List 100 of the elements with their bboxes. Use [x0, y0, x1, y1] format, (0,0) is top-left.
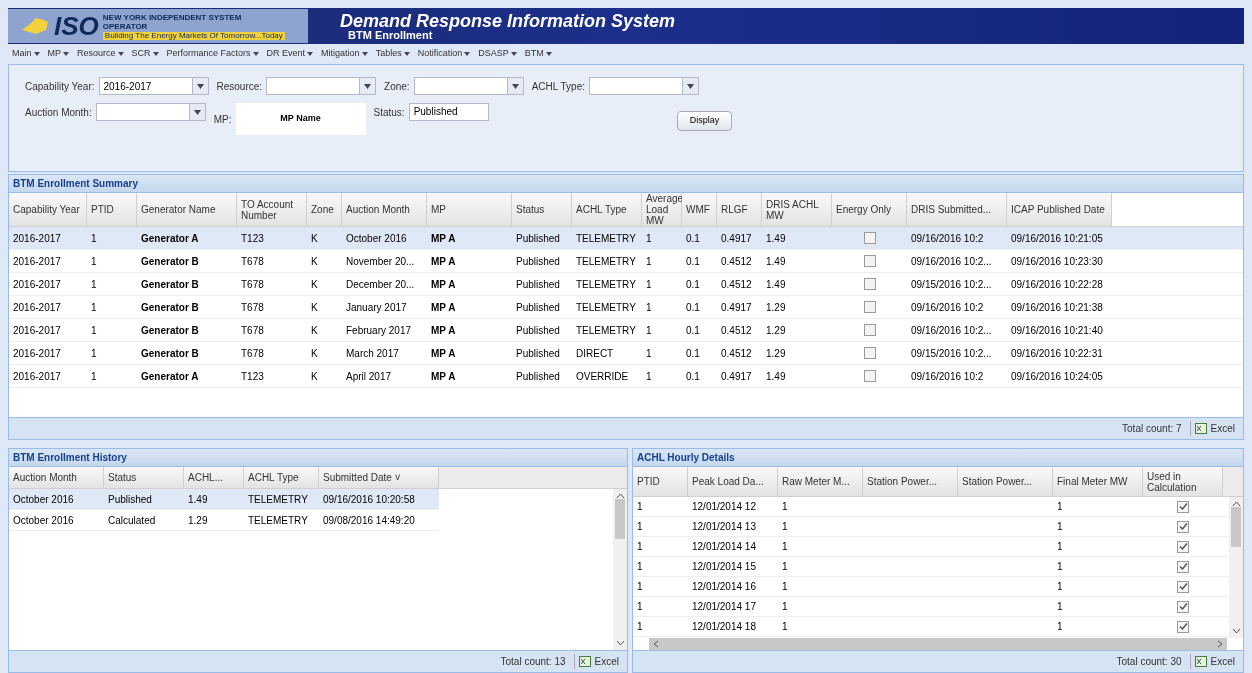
- dropdown-field[interactable]: [589, 77, 699, 95]
- checkbox[interactable]: [1177, 500, 1189, 513]
- column-header[interactable]: Raw Meter M...: [778, 467, 863, 496]
- input-field[interactable]: Published: [408, 103, 489, 121]
- excel-button[interactable]: Excel: [1189, 421, 1235, 436]
- column-header[interactable]: DRIS ACHL MW: [762, 193, 832, 226]
- menu-item[interactable]: Tables: [375, 47, 410, 61]
- scrollbar-thumb[interactable]: [1231, 507, 1241, 547]
- vertical-scrollbar[interactable]: [613, 489, 627, 650]
- checkbox[interactable]: [863, 255, 876, 267]
- table-cell-text: TELEMETRY: [575, 300, 637, 315]
- field-label: Capability Year:: [25, 79, 95, 94]
- column-header[interactable]: PTID: [87, 193, 137, 226]
- column-header[interactable]: Used in Calculation: [1143, 467, 1223, 496]
- table-cell-text: 12/01/2014 16: [691, 580, 757, 594]
- table-cell-text: 1: [90, 231, 98, 246]
- table-cell-text: 2016-2017: [12, 346, 62, 361]
- column-header[interactable]: Average Load MW: [642, 193, 682, 226]
- logo-subtitle: NEW YORK INDEPENDENT SYSTEM OPERATOR: [102, 12, 243, 31]
- menu-item[interactable]: DR Event: [266, 47, 314, 61]
- excel-button[interactable]: Excel: [1189, 654, 1235, 669]
- dropdown-field[interactable]: [266, 77, 377, 95]
- table-cell-text: T678: [240, 346, 265, 361]
- checkbox[interactable]: [1177, 600, 1189, 613]
- dropdown-field[interactable]: 2016-2017: [98, 77, 209, 95]
- table-cell-text: 1: [636, 560, 644, 574]
- checkbox[interactable]: [1177, 560, 1189, 573]
- table-cell-text: October 2016: [12, 492, 75, 507]
- column-header[interactable]: Status: [104, 467, 184, 488]
- column-header[interactable]: Station Power...: [958, 467, 1053, 496]
- table-cell-text: 0.4917: [720, 369, 753, 384]
- column-header[interactable]: ICAP Published Date: [1007, 193, 1112, 226]
- menu-item[interactable]: BTM: [524, 47, 552, 61]
- total-count: Total count: 13: [500, 655, 566, 669]
- menu-item[interactable]: Performance Factors: [166, 47, 259, 61]
- menu-item[interactable]: DSASP: [478, 47, 517, 61]
- table-row[interactable]: 2016-2017 1 Generator A T123 K October 2016 MP A Published TELEMETRY 1 0.1 0.4917 1.49 09/16/2016 10:2 09/16/2016 10:21:05: [9, 227, 1243, 250]
- table-cell-text: 1: [1056, 580, 1064, 594]
- column-header[interactable]: TO Account Number: [237, 193, 307, 226]
- checkbox[interactable]: [1177, 520, 1189, 533]
- column-header[interactable]: Station Power...: [863, 467, 958, 496]
- checkbox[interactable]: [863, 232, 876, 244]
- table-cell-text: 1: [781, 620, 789, 634]
- excel-button[interactable]: Excel: [573, 654, 619, 669]
- column-header[interactable]: Auction Month: [342, 193, 427, 226]
- menu-item[interactable]: Resource: [77, 47, 124, 61]
- table-cell-text: MP A: [430, 231, 457, 246]
- scrollbar-thumb[interactable]: [615, 499, 625, 539]
- column-header[interactable]: Capability Year: [9, 193, 87, 226]
- column-header[interactable]: DRIS Submitted...: [907, 193, 1007, 226]
- checkbox[interactable]: [863, 370, 876, 382]
- menu-item[interactable]: Notification: [417, 47, 471, 61]
- column-header[interactable]: Energy Only: [832, 193, 907, 226]
- table-cell-text: February 2017: [345, 323, 413, 338]
- menu-item[interactable]: Mitigation: [321, 47, 368, 61]
- display-button[interactable]: Display: [676, 111, 733, 131]
- checkbox[interactable]: [863, 301, 876, 313]
- menu-item[interactable]: MP: [47, 47, 69, 61]
- column-header[interactable]: RLGF: [717, 193, 762, 226]
- input-field[interactable]: MP Name: [235, 103, 366, 135]
- table-cell-text: T678: [240, 254, 265, 269]
- table-cell-text: 2016-2017: [12, 323, 62, 338]
- checkbox[interactable]: [863, 347, 876, 359]
- menu-item[interactable]: Main: [12, 47, 40, 61]
- column-header[interactable]: ACHL Type: [244, 467, 319, 488]
- column-header[interactable]: MP: [427, 193, 512, 226]
- checkbox[interactable]: [1177, 540, 1189, 553]
- table-cell-text: 0.1: [685, 346, 701, 361]
- column-header[interactable]: WMF: [682, 193, 717, 226]
- dropdown-field[interactable]: [95, 103, 206, 121]
- menu-item[interactable]: SCR: [131, 47, 159, 61]
- table-cell-text: 1: [781, 520, 789, 534]
- checkbox[interactable]: [863, 324, 876, 336]
- table-cell-text: Published: [515, 323, 561, 338]
- column-header[interactable]: Peak Load Da...: [688, 467, 778, 496]
- column-header[interactable]: Zone: [307, 193, 342, 226]
- table-cell-text: K: [310, 254, 319, 269]
- checkbox[interactable]: [1177, 620, 1189, 633]
- table-cell-text: October 2016: [345, 231, 408, 246]
- dropdown-field[interactable]: [413, 77, 524, 95]
- checkbox[interactable]: [1177, 580, 1189, 593]
- column-header[interactable]: ACHL...: [184, 467, 244, 488]
- table-cell-text: 2016-2017: [12, 300, 62, 315]
- column-header[interactable]: ACHL Type: [572, 193, 642, 226]
- column-header[interactable]: PTID: [633, 467, 688, 496]
- column-header[interactable]: Final Meter MW: [1053, 467, 1143, 496]
- horizontal-scrollbar[interactable]: [649, 638, 1227, 650]
- vertical-scrollbar[interactable]: [1229, 497, 1243, 638]
- table-cell-text: 0.1: [685, 323, 701, 338]
- column-header[interactable]: Generator Name: [137, 193, 237, 226]
- table-row[interactable]: October 2016 Published 1.49 TELEMETRY 09/16/2016 10:20:58: [9, 489, 439, 510]
- column-header[interactable]: Submitted Date ˅: [319, 467, 439, 488]
- column-header[interactable]: Status: [512, 193, 572, 226]
- table-cell-text: 1: [645, 254, 653, 269]
- checkbox[interactable]: [863, 278, 876, 290]
- column-header[interactable]: Auction Month: [9, 467, 104, 488]
- field-label: Zone:: [384, 79, 410, 94]
- table-cell-text: 1.29: [765, 323, 787, 338]
- table-cell-text: March 2017: [345, 346, 400, 361]
- table-cell-text: Published: [107, 492, 153, 507]
